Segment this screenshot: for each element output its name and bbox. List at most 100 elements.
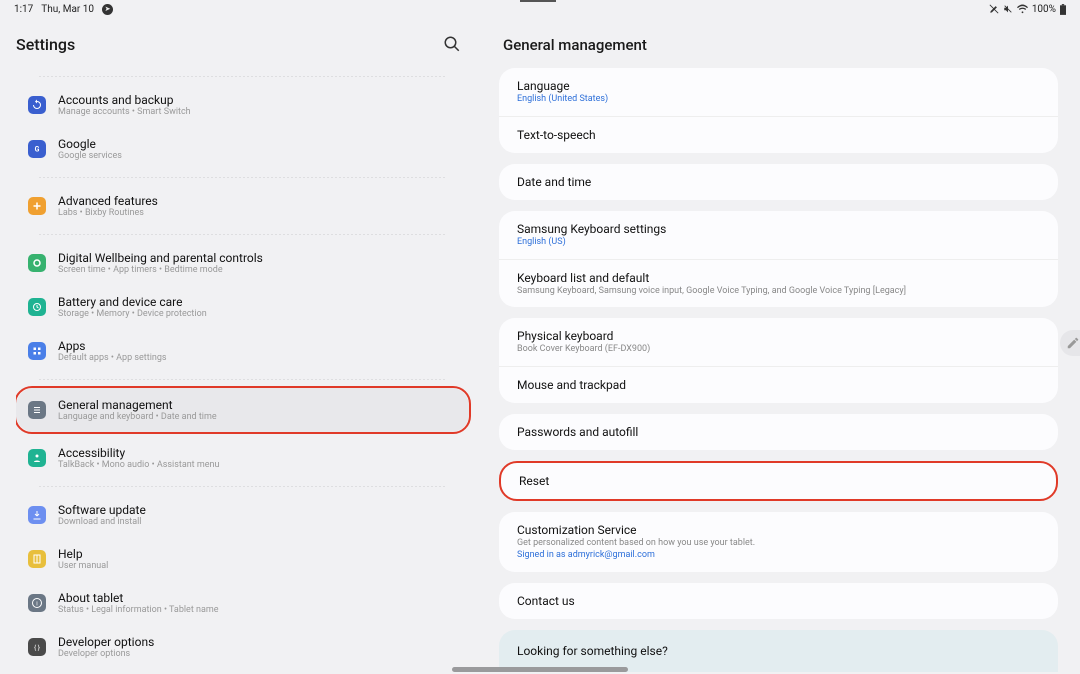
sidebar-item-label: Accessibility [58, 446, 219, 460]
google-icon: G [28, 140, 46, 158]
detail-row-title: Mouse and trackpad [517, 378, 1040, 392]
camera-notch-indicator [520, 0, 556, 2]
detail-row-customization-service[interactable]: Customization ServiceGet personalized co… [499, 512, 1058, 572]
status-time: 1:17 [14, 4, 33, 15]
sidebar-item-sub: Download and install [58, 517, 146, 527]
sidebar-item-battery-and-device-care[interactable]: Battery and device careStorage • Memory … [16, 285, 469, 329]
divider [38, 76, 447, 77]
detail-row-title: Text-to-speech [517, 128, 1040, 142]
divider [38, 486, 447, 487]
sidebar-item-sub: Storage • Memory • Device protection [58, 309, 207, 319]
detail-row-sub: Samsung Keyboard, Samsung voice input, G… [517, 286, 1040, 297]
edit-fab[interactable] [1060, 330, 1080, 356]
sidebar-item-about-tablet[interactable]: i About tabletStatus • Legal information … [16, 581, 469, 625]
sidebar-item-sub: Status • Legal information • Tablet name [58, 605, 219, 615]
braces-icon: { } [28, 638, 46, 656]
divider [38, 234, 447, 235]
detail-row-mouse-and-trackpad[interactable]: Mouse and trackpad [499, 367, 1058, 403]
sidebar-item-sub: TalkBack • Mono audio • Assistant menu [58, 460, 219, 470]
sidebar-item-general-management[interactable]: General managementLanguage and keyboard … [16, 388, 469, 432]
sidebar-item-label: Software update [58, 503, 146, 517]
sidebar-item-label: General management [58, 398, 217, 412]
sync-icon [28, 96, 46, 114]
detail-row-title: Customization Service [517, 523, 1040, 537]
sidebar-item-accounts-and-backup[interactable]: Accounts and backupManage accounts • Sma… [16, 83, 469, 127]
detail-row-title: Passwords and autofill [517, 425, 1040, 439]
detail-row-title: Keyboard list and default [517, 271, 1040, 285]
book-icon [28, 550, 46, 568]
sidebar-item-sub: Language and keyboard • Date and time [58, 412, 217, 422]
detail-row-contact-us[interactable]: Contact us [499, 583, 1058, 619]
sidebar-item-sub: Labs • Bixby Routines [58, 208, 158, 218]
sidebar-item-label: Advanced features [58, 194, 158, 208]
detail-row-physical-keyboard[interactable]: Physical keyboardBook Cover Keyboard (EF… [499, 318, 1058, 367]
detail-row-title: Date and time [517, 175, 1040, 189]
status-date: Thu, Mar 10 [41, 4, 94, 15]
detail-row-date-and-time[interactable]: Date and time [499, 164, 1058, 200]
grid-icon [28, 342, 46, 360]
detail-row-title: Contact us [517, 594, 1040, 608]
detail-row-sub: English (United States) [517, 94, 1040, 105]
info-icon: i [28, 594, 46, 612]
search-icon[interactable] [443, 35, 461, 53]
detail-row-title: Samsung Keyboard settings [517, 222, 1040, 236]
pen-off-icon [989, 4, 999, 14]
detail-row-text-to-speech[interactable]: Text-to-speech [499, 117, 1058, 153]
sidebar-item-advanced-features[interactable]: Advanced featuresLabs • Bixby Routines [16, 184, 469, 228]
sidebar-item-label: Developer options [58, 635, 154, 649]
battery-text: 100% [1032, 4, 1056, 15]
battery-icon [1060, 4, 1066, 15]
looking-for-heading: Looking for something else? [517, 644, 1040, 658]
sidebar-item-help[interactable]: HelpUser manual [16, 537, 469, 581]
sidebar-item-sub: Manage accounts • Smart Switch [58, 107, 191, 117]
settings-title: Settings [16, 35, 75, 54]
divider [38, 177, 447, 178]
sidebar-item-apps[interactable]: AppsDefault apps • App settings [16, 329, 469, 373]
wifi-icon [1017, 4, 1028, 15]
sidebar-item-sub: Developer options [58, 649, 154, 659]
sidebar-item-sub: Google services [58, 151, 122, 161]
detail-row-sub: Book Cover Keyboard (EF-DX900) [517, 344, 1040, 355]
sidebar-item-label: Help [58, 547, 108, 561]
detail-row-sub: Get personalized content based on how yo… [517, 538, 1040, 549]
circle-icon [28, 254, 46, 272]
sidebar-item-software-update[interactable]: Software updateDownload and install [16, 493, 469, 537]
svg-text:G: G [35, 146, 40, 154]
sidebar-item-sub: Default apps • App settings [58, 353, 167, 363]
detail-row-sub: English (US) [517, 237, 1040, 248]
sidebar-item-sub: User manual [58, 561, 108, 571]
sidebar-item-digital-wellbeing-and-parental-controls[interactable]: Digital Wellbeing and parental controlsS… [16, 241, 469, 285]
list-icon [28, 401, 46, 419]
detail-row-passwords-and-autofill[interactable]: Passwords and autofill [499, 414, 1058, 450]
sidebar-item-google[interactable]: G GoogleGoogle services [16, 127, 469, 171]
download-icon [28, 506, 46, 524]
sidebar-item-label: Battery and device care [58, 295, 207, 309]
detail-title: General management [499, 18, 1062, 68]
detail-row-language[interactable]: LanguageEnglish (United States) [499, 68, 1058, 117]
detail-row-samsung-keyboard-settings[interactable]: Samsung Keyboard settingsEnglish (US) [499, 211, 1058, 260]
person-icon [28, 449, 46, 467]
sidebar-item-label: Digital Wellbeing and parental controls [58, 251, 263, 265]
sidebar-item-developer-options[interactable]: { } Developer optionsDeveloper options [16, 625, 469, 669]
detail-row-sub2: Signed in as admyrick@gmail.com [517, 550, 1040, 561]
detail-row-keyboard-list-and-default[interactable]: Keyboard list and defaultSamsung Keyboar… [499, 260, 1058, 308]
plus-icon [28, 197, 46, 215]
detail-row-title: Language [517, 79, 1040, 93]
sidebar-item-label: Apps [58, 339, 167, 353]
sidebar-item-sub: Screen time • App timers • Bedtime mode [58, 265, 263, 275]
sidebar-item-accessibility[interactable]: AccessibilityTalkBack • Mono audio • Ass… [16, 436, 469, 480]
sidebar-item-label: Google [58, 137, 122, 151]
telegram-notif-icon: ➤ [102, 4, 113, 15]
sidebar-item-label: Accounts and backup [58, 93, 191, 107]
svg-text:i: i [36, 601, 38, 608]
mute-icon [1003, 4, 1013, 14]
care-icon [28, 298, 46, 316]
nav-handle[interactable] [452, 667, 628, 672]
sidebar-item-label: About tablet [58, 591, 219, 605]
detail-row-reset[interactable]: Reset [501, 463, 1056, 499]
detail-row-title: Physical keyboard [517, 329, 1040, 343]
status-bar: 1:17 Thu, Mar 10 ➤ 100% [0, 0, 1080, 18]
svg-text:{ }: { } [34, 643, 40, 652]
divider [38, 379, 447, 380]
detail-row-title: Reset [519, 474, 1038, 488]
